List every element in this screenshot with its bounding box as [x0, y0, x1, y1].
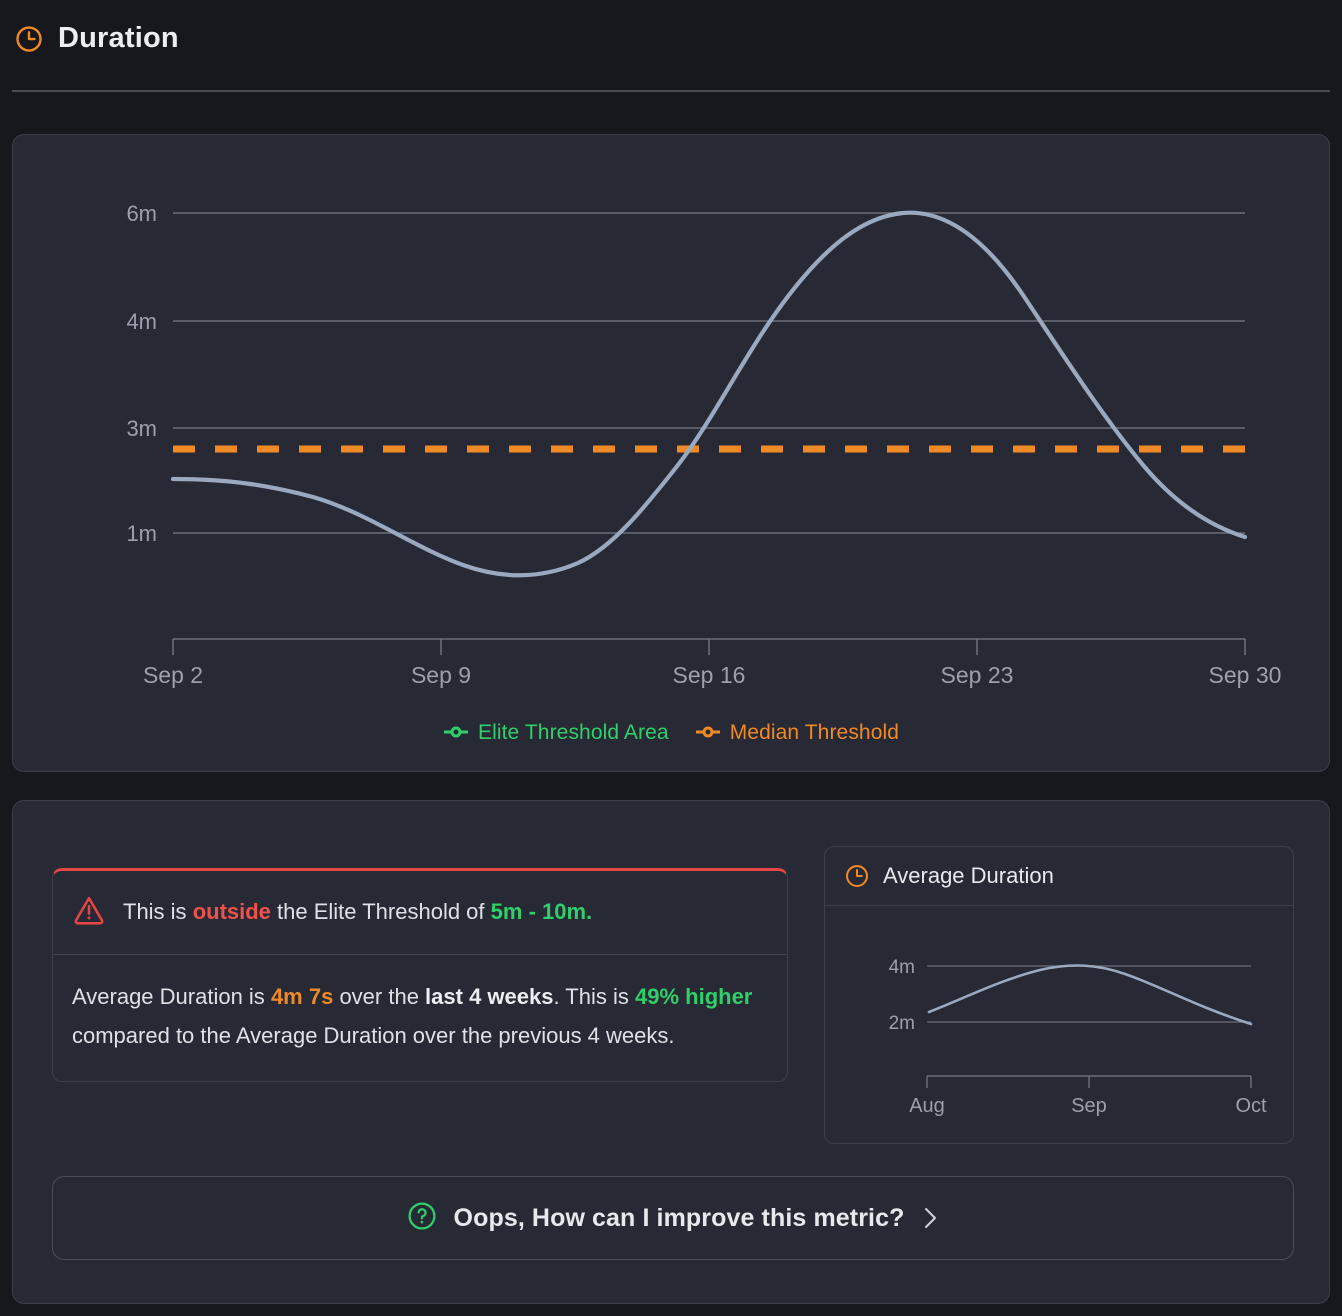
duration-chart: 6m 4m 3m 1m Sep 2 Sep 9 Sep 16 Sep 23 Se…	[13, 135, 1329, 771]
legend-marker-icon	[443, 721, 469, 745]
chart-legend: Elite Threshold Area Median Threshold	[13, 721, 1329, 745]
warning-triangle-icon	[72, 893, 106, 932]
legend-marker-icon	[695, 721, 721, 745]
legend-label-elite-threshold: Elite Threshold Area	[477, 721, 669, 744]
chart-gridlines	[173, 212, 1245, 534]
clock-icon	[14, 24, 44, 54]
average-duration-mini-chart: 4m 2m Aug Sep Oct	[889, 957, 1267, 1117]
alert-body-part3: . This is	[553, 984, 635, 1009]
alert-body-part1: Average Duration is	[72, 984, 271, 1009]
alert-headline-row: This is outside the Elite Threshold of 5…	[53, 871, 787, 955]
mini-x-axis	[926, 1075, 1252, 1088]
alert-threshold-value: 5m - 10m.	[490, 899, 593, 925]
page-header: Duration	[0, 0, 1342, 92]
mini-y-labels: 4m 2m	[889, 957, 915, 1034]
y-tick-4m: 4m	[126, 309, 157, 334]
mini-x-tick-oct: Oct	[1235, 1095, 1267, 1117]
y-tick-6m: 6m	[126, 201, 157, 226]
alert-body-text: Average Duration is 4m 7s over the last …	[53, 955, 787, 1081]
alert-headline: This is outside the Elite Threshold of 5…	[123, 898, 592, 927]
duration-chart-svg: 6m 4m 3m 1m Sep 2 Sep 9 Sep 16 Sep 23 Se…	[126, 201, 1282, 688]
alert-period: last 4 weeks	[425, 984, 554, 1009]
alert-body-part2: over the	[333, 984, 426, 1009]
duration-chart-card: 6m 4m 3m 1m Sep 2 Sep 9 Sep 16 Sep 23 Se…	[12, 134, 1330, 772]
mini-x-labels: Aug Sep Oct	[909, 1095, 1267, 1117]
x-tick-4: Sep 30	[1209, 662, 1282, 688]
alert-headline-part2: the Elite Threshold of	[270, 899, 491, 925]
mini-y-tick-2m: 2m	[889, 1013, 915, 1034]
average-duration-title: Average Duration	[883, 863, 1054, 888]
x-tick-2: Sep 16	[673, 662, 746, 688]
x-tick-1: Sep 9	[411, 662, 471, 688]
mini-x-tick-sep: Sep	[1071, 1095, 1107, 1117]
alert-average-duration-value: 4m 7s	[270, 984, 334, 1009]
improve-metric-button[interactable]: Oops, How can I improve this metric?	[52, 1176, 1294, 1260]
x-tick-3: Sep 23	[941, 662, 1014, 688]
clock-icon	[844, 863, 870, 889]
threshold-alert-box: This is outside the Elite Threshold of 5…	[52, 868, 788, 1083]
improve-metric-label: Oops, How can I improve this metric?	[453, 1203, 905, 1232]
mini-y-tick-4m: 4m	[889, 957, 915, 978]
y-axis-labels: 6m 4m 3m 1m	[126, 201, 157, 546]
alert-body-part4: compared to the Average Duration over th…	[72, 1023, 675, 1049]
mini-x-tick-aug: Aug	[909, 1095, 945, 1117]
duration-metric-page: Duration 6m 4m 3m 1m Sep 2 Sep 9 Sep 16 …	[0, 0, 1342, 1316]
x-axis-labels: Sep 2 Sep 9 Sep 16 Sep 23 Sep 30	[143, 662, 1282, 688]
chevron-right-icon	[920, 1205, 940, 1231]
legend-label-median-threshold: Median Threshold	[729, 721, 900, 744]
page-title: Duration	[58, 22, 179, 54]
alert-headline-part1: This is	[123, 899, 193, 925]
alert-change-value: 49% higher	[635, 984, 753, 1009]
legend-item-elite-threshold[interactable]: Elite Threshold Area	[443, 721, 669, 745]
x-tick-0: Sep 2	[143, 662, 203, 688]
question-circle-icon	[406, 1200, 438, 1237]
header-divider	[12, 90, 1330, 92]
mini-series-line	[927, 964, 1253, 1026]
y-tick-1m: 1m	[126, 521, 157, 546]
x-axis	[172, 638, 1246, 655]
y-tick-3m: 3m	[126, 416, 157, 441]
alert-headline-emphasis: outside	[192, 899, 271, 925]
duration-series-line	[170, 210, 1248, 578]
legend-item-median-threshold[interactable]: Median Threshold	[695, 721, 899, 745]
average-duration-card: Average Duration 4m 2m Aug Sep Oct	[824, 846, 1294, 1144]
average-duration-header: Average Duration	[825, 847, 1293, 906]
